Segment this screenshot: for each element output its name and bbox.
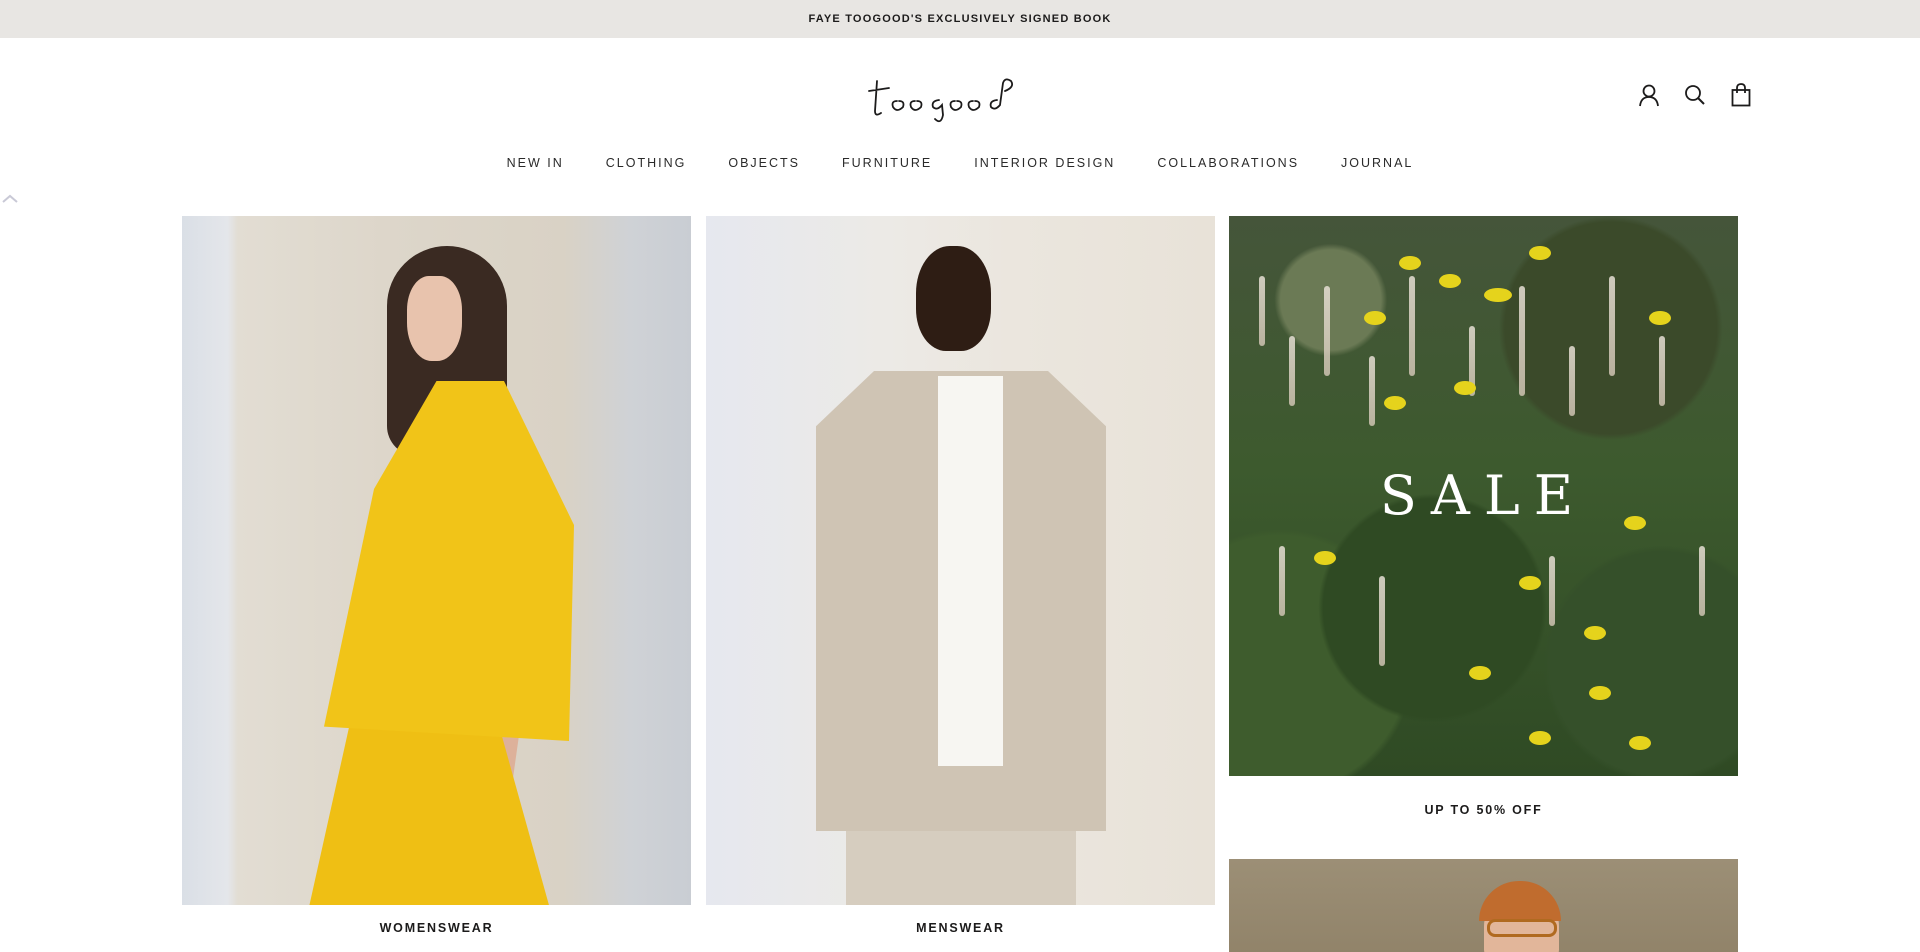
flower-spike (1609, 276, 1615, 376)
announcement-bar[interactable]: FAYE TOOGOOD'S EXCLUSIVELY SIGNED BOOK (0, 0, 1920, 38)
site-header: NEW IN CLOTHING OBJECTS FURNITURE INTERI… (0, 38, 1920, 203)
main-nav: NEW IN CLOTHING OBJECTS FURNITURE INTERI… (0, 156, 1920, 170)
logo[interactable] (860, 68, 1060, 128)
nav-item-collaborations[interactable]: COLLABORATIONS (1157, 156, 1299, 170)
yellow-flower (1584, 626, 1606, 640)
yellow-flower (1439, 274, 1461, 288)
announcement-text[interactable]: FAYE TOOGOOD'S EXCLUSIVELY SIGNED BOOK (808, 13, 1111, 25)
sale-title: SALE (1379, 464, 1588, 527)
flower-spike (1409, 276, 1415, 376)
yellow-flower (1399, 256, 1421, 270)
yellow-flower (1314, 551, 1336, 565)
yellow-flower (1364, 311, 1386, 325)
womenswear-image[interactable] (182, 216, 691, 905)
menswear-image[interactable] (706, 216, 1215, 905)
sale-image[interactable]: SALE (1229, 216, 1738, 776)
nav-item-objects[interactable]: OBJECTS (728, 156, 800, 170)
flower-spike (1324, 286, 1330, 376)
yellow-flower (1519, 576, 1541, 590)
yellow-flower (1454, 381, 1476, 395)
yellow-flower (1469, 666, 1491, 680)
model-hair (1479, 881, 1561, 921)
nav-item-new-in[interactable]: NEW IN (507, 156, 564, 170)
yellow-flower (1529, 731, 1551, 745)
yellow-top (324, 381, 574, 741)
flower-spike (1279, 546, 1285, 616)
yellow-flower (1589, 686, 1611, 700)
yellow-flower (1484, 288, 1512, 302)
flower-spike (1259, 276, 1265, 346)
search-icon[interactable] (1684, 83, 1706, 107)
yellow-flower (1384, 396, 1406, 410)
model-head (916, 246, 991, 351)
nav-item-interior-design[interactable]: INTERIOR DESIGN (974, 156, 1115, 170)
yellow-flower (1649, 311, 1671, 325)
yellow-flower (1529, 246, 1551, 260)
nav-item-journal[interactable]: JOURNAL (1341, 156, 1413, 170)
flower-spike (1379, 576, 1385, 666)
model-face (407, 276, 462, 361)
menswear-link[interactable]: MENSWEAR (706, 921, 1215, 935)
flower-spike (1519, 286, 1525, 396)
nav-item-clothing[interactable]: CLOTHING (606, 156, 687, 170)
nav-item-furniture[interactable]: FURNITURE (842, 156, 932, 170)
header-icons (1638, 83, 1752, 107)
model-glasses (1487, 919, 1557, 937)
womenswear-link[interactable]: WOMENSWEAR (182, 921, 691, 935)
flower-spike (1549, 556, 1555, 626)
sale-link[interactable]: UP TO 50% OFF (1229, 803, 1738, 817)
cart-icon[interactable] (1730, 83, 1752, 107)
account-icon[interactable] (1638, 83, 1660, 107)
logo-wordmark (868, 78, 1014, 123)
flower-spike (1569, 346, 1575, 416)
chevron-up-icon[interactable] (2, 193, 18, 203)
model-shirt (938, 376, 1003, 766)
flower-spike (1659, 336, 1665, 406)
flower-spike (1289, 336, 1295, 406)
flower-spike (1699, 546, 1705, 616)
collection-image[interactable] (1229, 859, 1738, 952)
yellow-flower (1629, 736, 1651, 750)
flower-spike (1369, 356, 1375, 426)
